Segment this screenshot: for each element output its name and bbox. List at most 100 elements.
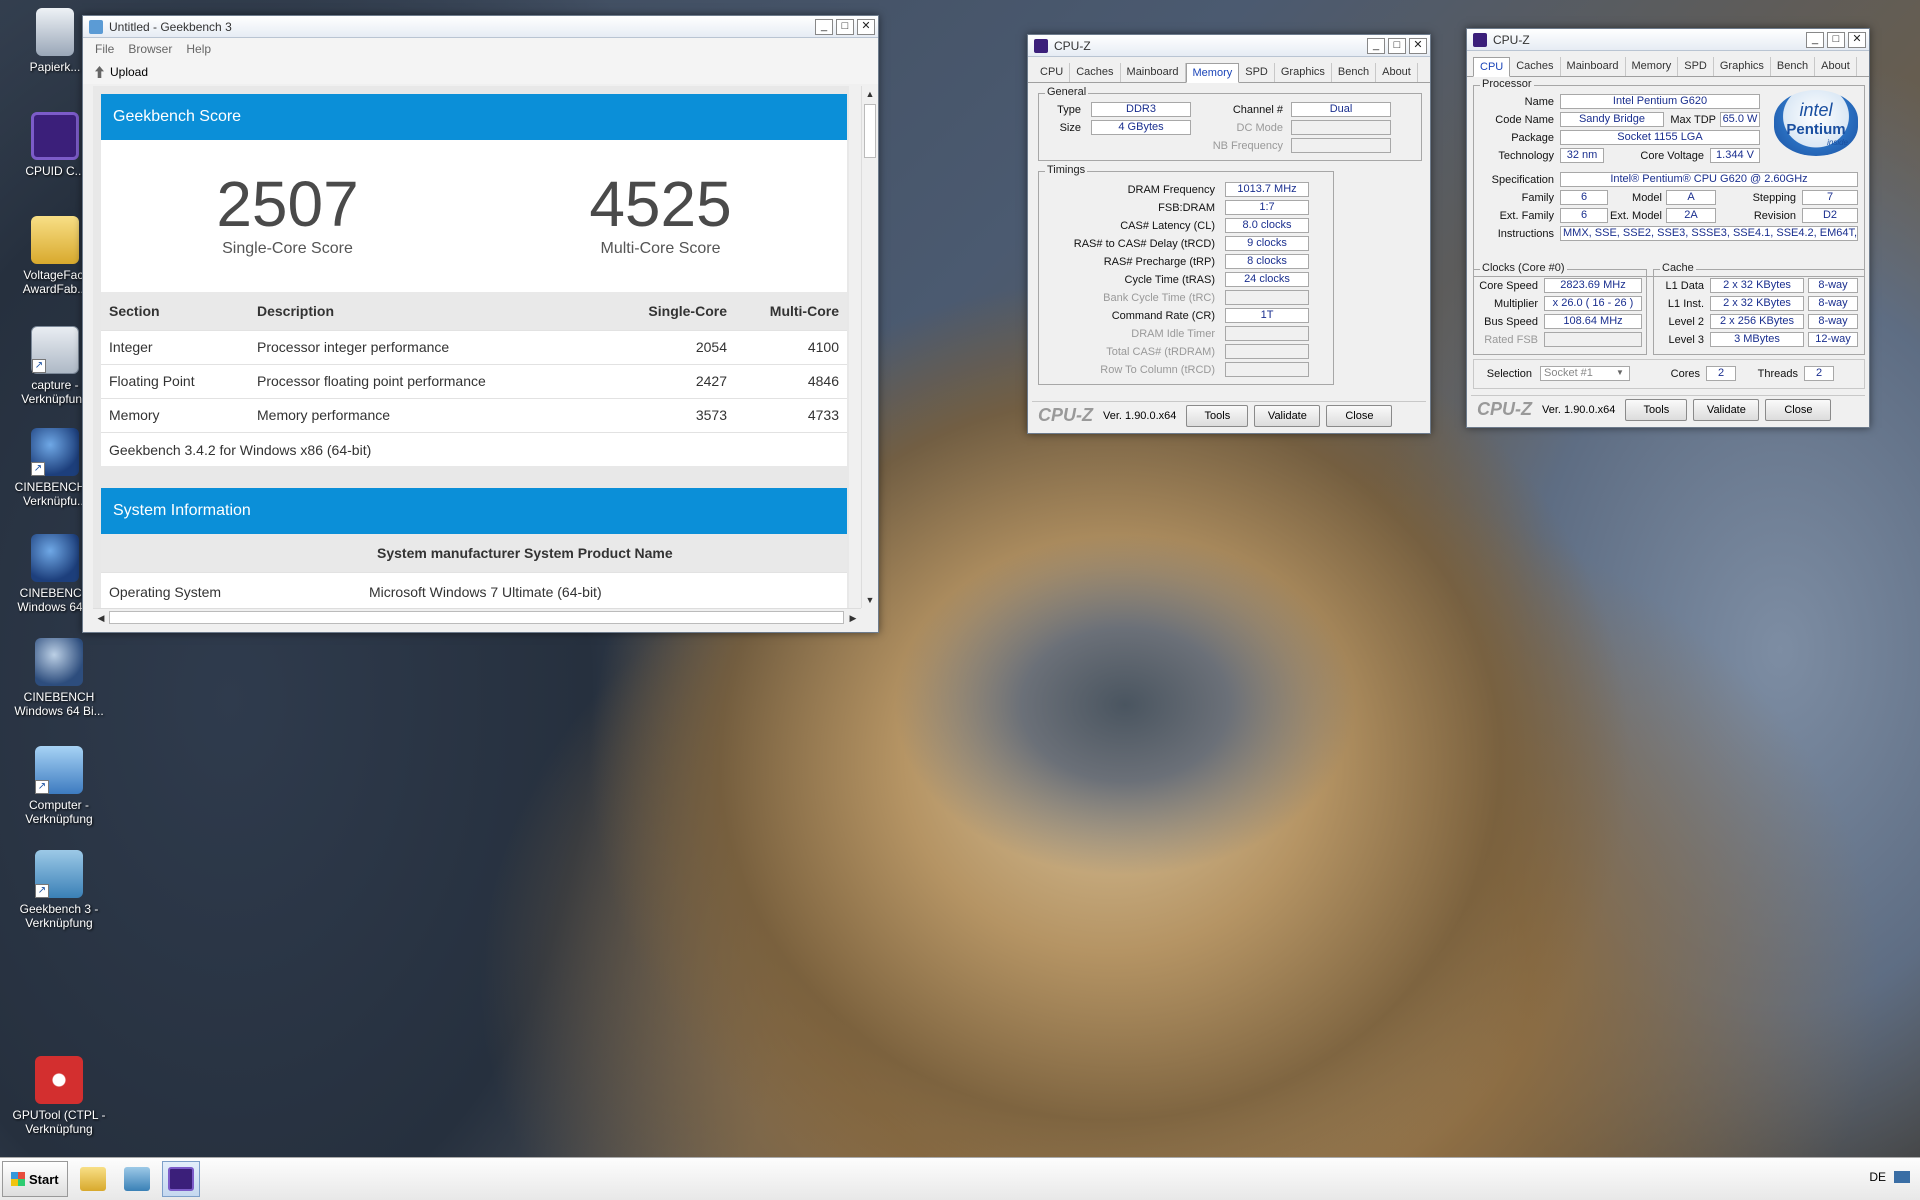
results-inner: Geekbench Score 2507 Single-Core Score 4…	[101, 94, 847, 608]
tab-memory[interactable]: Memory	[1185, 63, 1240, 83]
cpuz-titlebar[interactable]: CPU-Z _ □ ✕	[1028, 35, 1430, 57]
geekbench-titlebar[interactable]: Untitled - Geekbench 3 _ □ ✕	[83, 16, 878, 38]
timing-label: Cycle Time (tRAS)	[1124, 274, 1215, 286]
channel-value: Dual	[1291, 102, 1391, 117]
tab-spd[interactable]: SPD	[1678, 57, 1714, 76]
tab-memory[interactable]: Memory	[1626, 57, 1679, 76]
close-button[interactable]: ✕	[1848, 31, 1866, 48]
scroll-up-icon[interactable]: ▲	[862, 86, 878, 102]
horizontal-scrollbar[interactable]: ◀ ▶	[93, 608, 861, 626]
upload-button[interactable]: Upload	[110, 65, 148, 79]
instructions-value: MMX, SSE, SSE2, SSE3, SSSE3, SSE4.1, SSE…	[1560, 226, 1858, 241]
shortcut-arrow-icon: ↗	[35, 884, 49, 898]
tab-caches[interactable]: Caches	[1070, 63, 1121, 82]
multiplier-value: x 26.0 ( 16 - 26 )	[1544, 296, 1642, 311]
row-multi: 4733	[735, 397, 847, 432]
tab-caches[interactable]: Caches	[1510, 57, 1561, 76]
network-icon[interactable]	[1894, 1171, 1910, 1183]
tab-graphics[interactable]: Graphics	[1275, 63, 1332, 82]
tab-about[interactable]: About	[1815, 57, 1857, 76]
maximize-button[interactable]: □	[1827, 31, 1845, 48]
recycle-bin-icon	[36, 8, 74, 56]
tab-about[interactable]: About	[1376, 63, 1418, 82]
technology-label: Technology	[1498, 150, 1554, 162]
geekbench-window: Untitled - Geekbench 3 _ □ ✕ File Browse…	[82, 15, 879, 633]
tools-button[interactable]: Tools	[1186, 404, 1249, 427]
ext-model-label: Ext. Model	[1610, 210, 1662, 222]
scroll-thumb[interactable]	[109, 611, 844, 624]
tab-bench[interactable]: Bench	[1771, 57, 1816, 76]
threads-label: Threads	[1757, 368, 1798, 380]
desktop-icon-label: GPUTool (CTPL - Verknüpfung	[12, 1108, 106, 1136]
desktop-icon-cinebench-64-bit[interactable]: CINEBENCH Windows 64 Bi...	[4, 638, 114, 718]
version-note: Geekbench 3.4.2 for Windows x86 (64-bit)	[101, 432, 847, 466]
size-label: Size	[1059, 122, 1081, 134]
col-section: Section	[101, 292, 249, 330]
minimize-button[interactable]: _	[815, 18, 833, 35]
taskbar-geekbench[interactable]	[118, 1161, 156, 1197]
close-button[interactable]: Close	[1765, 398, 1832, 421]
validate-button[interactable]: Validate	[1693, 398, 1760, 421]
row-description: Memory performance	[249, 397, 615, 432]
minimize-button[interactable]: _	[1806, 31, 1824, 48]
row-section: Integer	[101, 329, 249, 364]
timings-group: Timings DRAM Frequency 1013.7 MHz FSB:DR…	[1038, 164, 1334, 385]
scroll-thumb[interactable]	[864, 104, 876, 158]
revision-label: Revision	[1753, 210, 1796, 222]
timing-label: Row To Column (tRCD)	[1100, 364, 1215, 376]
multi-core-label: Multi-Core Score	[600, 240, 721, 257]
level2-ways: 8-way	[1808, 314, 1858, 329]
cinebench-icon: ↗	[31, 428, 79, 476]
geekbench-icon: ↗	[35, 850, 83, 898]
stepping-value: 7	[1802, 190, 1858, 205]
tab-cpu[interactable]: CPU	[1473, 57, 1511, 77]
taskbar-explorer[interactable]	[74, 1161, 112, 1197]
group-title: Clocks (Core #0)	[1480, 262, 1567, 274]
tab-spd[interactable]: SPD	[1239, 63, 1275, 82]
desktop-icon-gputool[interactable]: GPUTool (CTPL - Verknüpfung	[4, 1056, 114, 1136]
tab-mainboard[interactable]: Mainboard	[1561, 57, 1626, 76]
scroll-left-icon[interactable]: ◀	[93, 609, 109, 627]
menu-file[interactable]: File	[95, 42, 114, 56]
stepping-label: Stepping	[1752, 192, 1796, 204]
tab-graphics[interactable]: Graphics	[1714, 57, 1771, 76]
timing-value: 1013.7 MHz	[1225, 182, 1309, 197]
table-row: Integer Processor integer performance 20…	[101, 329, 847, 364]
menu-browser[interactable]: Browser	[128, 42, 172, 56]
chevron-down-icon[interactable]: ▼	[1616, 368, 1624, 377]
maximize-button[interactable]: □	[836, 18, 854, 35]
taskbar-cpuz[interactable]	[161, 1161, 200, 1197]
cpuz-app-icon	[1034, 38, 1048, 53]
close-button[interactable]: ✕	[857, 18, 875, 35]
desktop-icon-geekbench[interactable]: ↗ Geekbench 3 - Verknüpfung	[4, 850, 114, 930]
scroll-right-icon[interactable]: ▶	[845, 609, 861, 627]
tools-button[interactable]: Tools	[1625, 398, 1688, 421]
specification-label: Specification	[1491, 174, 1554, 186]
validate-button[interactable]: Validate	[1254, 404, 1321, 427]
col-multi-core: Multi-Core	[735, 292, 847, 330]
cpuz-logo: CPU-Z	[1038, 405, 1093, 425]
language-indicator[interactable]: DE	[1869, 1170, 1886, 1184]
menu-help[interactable]: Help	[186, 42, 211, 56]
start-button[interactable]: Start	[2, 1161, 68, 1197]
level2-value: 2 x 256 KBytes	[1710, 314, 1804, 329]
maximize-button[interactable]: □	[1388, 37, 1406, 54]
score-panel: 2507 Single-Core Score 4525 Multi-Core S…	[101, 140, 847, 292]
nb-frequency-label: NB Frequency	[1212, 140, 1283, 152]
vertical-scrollbar[interactable]: ▲ ▼	[861, 86, 877, 608]
close-button[interactable]: ✕	[1409, 37, 1427, 54]
tab-bench[interactable]: Bench	[1332, 63, 1377, 82]
tab-cpu[interactable]: CPU	[1034, 63, 1071, 82]
scroll-down-icon[interactable]: ▼	[862, 592, 878, 608]
tab-mainboard[interactable]: Mainboard	[1121, 63, 1186, 82]
cache-group: Cache L1 Data 2 x 32 KBytes 8-way L1 Ins…	[1653, 262, 1865, 355]
minimize-button[interactable]: _	[1367, 37, 1385, 54]
revision-value: D2	[1802, 208, 1858, 223]
timing-label: DRAM Idle Timer	[1131, 328, 1215, 340]
timing-value: 1:7	[1225, 200, 1309, 215]
timing-label: Total CAS# (tRDRAM)	[1106, 346, 1215, 358]
technology-value: 32 nm	[1560, 148, 1604, 163]
close-button[interactable]: Close	[1326, 404, 1393, 427]
desktop-icon-computer[interactable]: ↗ Computer - Verknüpfung	[4, 746, 114, 826]
cpuz-titlebar[interactable]: CPU-Z _ □ ✕	[1467, 29, 1869, 51]
